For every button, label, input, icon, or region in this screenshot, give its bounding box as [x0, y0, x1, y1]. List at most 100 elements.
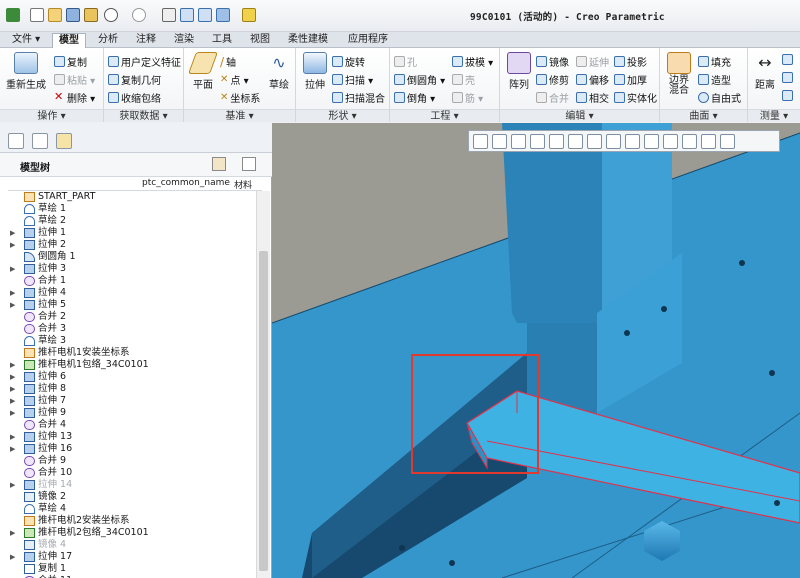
perspective-icon[interactable]: [606, 133, 621, 149]
open-icon[interactable]: [48, 8, 62, 22]
shell-button[interactable]: 壳: [452, 72, 475, 87]
expand-arrow-icon[interactable]: ▶: [10, 239, 15, 251]
tree-item[interactable]: 推杆电机2安装坐标系: [8, 515, 254, 527]
engineering-group-label[interactable]: 工程 ▾: [390, 109, 499, 122]
freestyle-button[interactable]: 自由式: [698, 90, 741, 105]
tree-item[interactable]: 镜像 4: [8, 539, 254, 551]
tree-item[interactable]: 草绘 3: [8, 335, 254, 347]
operations-group-label[interactable]: 操作 ▾: [0, 109, 103, 122]
tree-item[interactable]: 倒圆角 1: [8, 251, 254, 263]
csys-display-icon[interactable]: [682, 133, 697, 149]
shrinkwrap-button[interactable]: 收缩包络: [108, 90, 161, 105]
column-common-name[interactable]: ptc_common_name: [142, 178, 230, 188]
favorites-tab-icon[interactable]: [56, 133, 72, 149]
tree-item[interactable]: 草绘 2: [8, 215, 254, 227]
tree-item[interactable]: ▶ 推杆电机2包络_34C0101: [8, 527, 254, 539]
tree-item[interactable]: ▶ 拉伸 8: [8, 383, 254, 395]
shapes-group-label[interactable]: 形状 ▾: [296, 109, 389, 122]
sweep-button[interactable]: 扫描 ▾: [332, 72, 373, 87]
paste-button[interactable]: 粘贴 ▾: [54, 72, 95, 87]
extend-button[interactable]: 延伸: [576, 54, 609, 69]
extrude-button[interactable]: 拉伸: [300, 52, 330, 91]
datum-axes-icon[interactable]: [644, 133, 659, 149]
expand-arrow-icon[interactable]: ▶: [10, 383, 15, 395]
tree-item[interactable]: 合并 2: [8, 311, 254, 323]
tree-item[interactable]: 合并 1: [8, 275, 254, 287]
copy-geometry-button[interactable]: 复制几何: [108, 72, 161, 87]
tab-applications[interactable]: 应用程序: [342, 33, 394, 48]
tree-item[interactable]: 草绘 1: [8, 203, 254, 215]
measure-group-label[interactable]: 测量 ▾: [748, 109, 800, 122]
regenerate-icon[interactable]: [162, 8, 176, 22]
udf-button[interactable]: 用户定义特征: [108, 54, 181, 69]
tree-item[interactable]: 镜像 2: [8, 491, 254, 503]
tree-item[interactable]: 合并 3: [8, 323, 254, 335]
distance-button[interactable]: ↔ 距离: [750, 52, 780, 91]
tab-annotate[interactable]: 注释: [130, 33, 162, 48]
tree-scrollbar[interactable]: [256, 191, 270, 578]
expand-arrow-icon[interactable]: ▶: [10, 479, 15, 491]
expand-arrow-icon[interactable]: ▶: [10, 371, 15, 383]
graphics-window[interactable]: [272, 123, 800, 578]
tree-settings-icon[interactable]: [242, 157, 256, 171]
expand-arrow-icon[interactable]: ▶: [10, 263, 15, 275]
view-manager-icon[interactable]: [587, 133, 602, 149]
tree-item[interactable]: 合并 10: [8, 467, 254, 479]
csys-button[interactable]: ✕ 坐标系: [220, 90, 260, 105]
windows-icon[interactable]: [216, 8, 230, 22]
tree-item[interactable]: ▶ 拉伸 3: [8, 263, 254, 275]
project-button[interactable]: 投影: [614, 54, 647, 69]
folder-icon[interactable]: [242, 8, 256, 22]
mirror-button[interactable]: 镜像: [536, 54, 569, 69]
expand-arrow-icon[interactable]: ▶: [10, 299, 15, 311]
tree-item[interactable]: ▶ 拉伸 16: [8, 443, 254, 455]
repaint-icon[interactable]: [530, 133, 545, 149]
plane-button[interactable]: 平面: [187, 52, 219, 91]
tree-item[interactable]: 推杆电机1安装坐标系: [8, 347, 254, 359]
datum-group-label[interactable]: 基准 ▾: [184, 109, 295, 122]
tab-tools[interactable]: 工具: [206, 33, 238, 48]
delete-button[interactable]: ✕ 删除 ▾: [54, 90, 95, 105]
tab-flexible-modeling[interactable]: 柔性建模: [282, 33, 334, 48]
datum-points-icon[interactable]: [663, 133, 678, 149]
folder-browser-tab-icon[interactable]: [32, 133, 48, 149]
tree-item[interactable]: 复制 1: [8, 563, 254, 575]
intersect-button[interactable]: 相交: [576, 90, 609, 105]
round-button[interactable]: 倒圆角 ▾: [394, 72, 445, 87]
boundary-blend-button[interactable]: 边界混合: [664, 52, 694, 96]
thicken-button[interactable]: 加厚: [614, 72, 647, 87]
measure-angle-button[interactable]: [782, 54, 793, 65]
get-data-group-label[interactable]: 获取数据 ▾: [104, 109, 183, 122]
editing-group-label[interactable]: 编辑 ▾: [500, 109, 659, 122]
zoom-in-icon[interactable]: [492, 133, 507, 149]
tree-item[interactable]: ▶ 拉伸 1: [8, 227, 254, 239]
tree-item[interactable]: ▶ 拉伸 17: [8, 551, 254, 563]
save-as-icon[interactable]: [84, 8, 98, 22]
window-icon[interactable]: [180, 8, 194, 22]
tab-view[interactable]: 视图: [244, 33, 276, 48]
tree-item[interactable]: 草绘 4: [8, 503, 254, 515]
regenerate-button[interactable]: 重新生成: [6, 52, 46, 91]
spin-center-icon[interactable]: [720, 133, 735, 149]
expand-arrow-icon[interactable]: ▶: [10, 227, 15, 239]
tree-filters-icon[interactable]: [212, 157, 226, 171]
rib-button[interactable]: 筋 ▾: [452, 90, 483, 105]
expand-arrow-icon[interactable]: ▶: [10, 395, 15, 407]
tree-item[interactable]: ▶ 推杆电机1包络_34C0101: [8, 359, 254, 371]
tree-item[interactable]: 合并 9: [8, 455, 254, 467]
tree-item[interactable]: ▶ 拉伸 14: [8, 479, 254, 491]
expand-arrow-icon[interactable]: ▶: [10, 359, 15, 371]
expand-arrow-icon[interactable]: ▶: [10, 551, 15, 563]
swept-blend-button[interactable]: 扫描混合: [332, 90, 385, 105]
expand-arrow-icon[interactable]: ▶: [10, 443, 15, 455]
axis-button[interactable]: / 轴: [220, 54, 236, 70]
expand-arrow-icon[interactable]: ▶: [10, 527, 15, 539]
point-button[interactable]: ✕ 点 ▾: [220, 72, 249, 87]
tree-item[interactable]: ▶ 拉伸 6: [8, 371, 254, 383]
model-tree-tab-icon[interactable]: [8, 133, 24, 149]
hole-button[interactable]: 孔: [394, 54, 417, 69]
tree-item[interactable]: ▶ 拉伸 13: [8, 431, 254, 443]
merge-button[interactable]: 合并: [536, 90, 569, 105]
surfaces-group-label[interactable]: 曲面 ▾: [660, 109, 747, 122]
tree-item[interactable]: ▶ 拉伸 7: [8, 395, 254, 407]
